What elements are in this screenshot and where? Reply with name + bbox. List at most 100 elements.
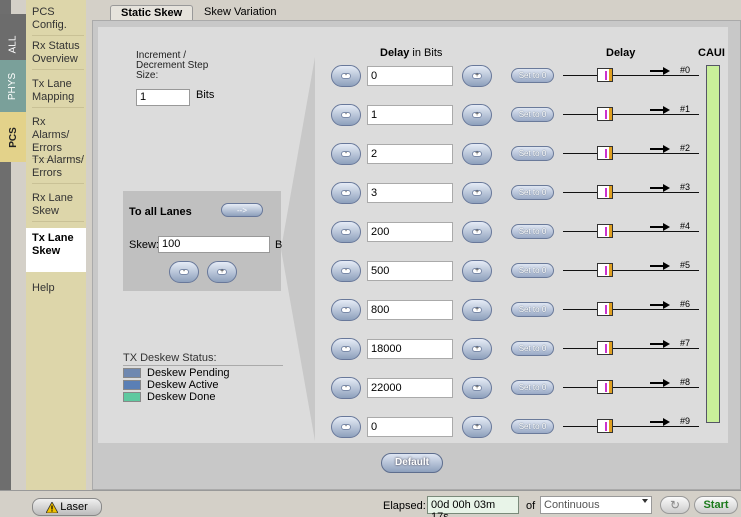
lane-increment-button[interactable]: + xyxy=(462,104,492,126)
plus-icon: + xyxy=(472,306,482,313)
lane-delay-input[interactable]: 2 xyxy=(367,144,453,164)
wire xyxy=(643,192,699,193)
delay-element-icon xyxy=(597,185,613,199)
delay-element-icon xyxy=(597,146,613,160)
wire xyxy=(613,75,643,76)
lane-decrement-button[interactable]: - xyxy=(331,182,361,204)
lane-increment-button[interactable]: + xyxy=(462,416,492,438)
lane-delay-input[interactable]: 3 xyxy=(367,183,453,203)
set-to-zero-button[interactable]: Set to 0 xyxy=(511,380,554,395)
plus-icon: + xyxy=(472,345,482,352)
minus-icon: - xyxy=(179,268,189,275)
lane-delay-input[interactable]: 22000 xyxy=(367,378,453,398)
wire xyxy=(613,153,643,154)
delay-header: Delay in Bits xyxy=(380,47,442,59)
delay-element-icon xyxy=(597,68,613,82)
wire xyxy=(613,426,643,427)
default-button[interactable]: Default xyxy=(381,453,443,473)
lane-decrement-button[interactable]: - xyxy=(331,416,361,438)
skew-input[interactable]: 100 xyxy=(158,236,270,253)
refresh-button[interactable]: ↻ xyxy=(660,496,690,514)
nav-item-tx-alarms[interactable]: Tx Alarms/ Errors xyxy=(32,154,84,184)
tab-static-skew[interactable]: Static Skew xyxy=(110,5,194,21)
lane-increment-button[interactable]: + xyxy=(462,221,492,243)
nav-item-help[interactable]: Help xyxy=(32,282,84,298)
set-to-zero-button[interactable]: Set to 0 xyxy=(511,224,554,239)
lane-row: - 1 + Set to 0 #1 xyxy=(331,102,731,128)
lane-increment-button[interactable]: + xyxy=(462,260,492,282)
lane-decrement-button[interactable]: - xyxy=(331,104,361,126)
of-label: of xyxy=(526,500,536,512)
lane-increment-button[interactable]: + xyxy=(462,182,492,204)
start-button[interactable]: Start xyxy=(694,496,738,514)
lane-increment-button[interactable]: + xyxy=(462,65,492,87)
set-to-zero-button[interactable]: Set to 0 xyxy=(511,146,554,161)
plus-icon: + xyxy=(472,384,482,391)
lane-increment-button[interactable]: + xyxy=(462,143,492,165)
lane-delay-input[interactable]: 0 xyxy=(367,417,453,437)
minus-icon: - xyxy=(341,72,351,79)
run-mode-select[interactable]: Continuous xyxy=(540,496,652,514)
wire xyxy=(613,270,643,271)
set-to-zero-button[interactable]: Set to 0 xyxy=(511,107,554,122)
laser-button[interactable]: Laser xyxy=(32,498,102,516)
lane-increment-button[interactable]: + xyxy=(462,299,492,321)
delay-element-icon xyxy=(597,263,613,277)
lane-decrement-button[interactable]: - xyxy=(331,299,361,321)
wire xyxy=(563,348,597,349)
nav-item-rx-lane-skew[interactable]: Rx Lane Skew xyxy=(32,192,84,222)
skew-decrement-button[interactable]: - xyxy=(169,261,199,283)
tab-bar: Static Skew Skew Variation xyxy=(92,0,741,21)
set-to-zero-button[interactable]: Set to 0 xyxy=(511,341,554,356)
arrow-right-icon xyxy=(650,262,670,270)
plus-icon: + xyxy=(472,111,482,118)
lane-delay-input[interactable]: 0 xyxy=(367,66,453,86)
lane-number: #2 xyxy=(680,143,691,153)
set-to-zero-button[interactable]: Set to 0 xyxy=(511,68,554,83)
step-size-input[interactable]: 1 xyxy=(136,89,190,106)
minus-icon: - xyxy=(341,228,351,235)
minus-icon: - xyxy=(341,345,351,352)
lane-decrement-button[interactable]: - xyxy=(331,377,361,399)
nav-item-rx-alarms[interactable]: Rx Alarms/ Errors xyxy=(32,116,84,159)
tab-skew-variation[interactable]: Skew Variation xyxy=(194,5,287,21)
lane-decrement-button[interactable]: - xyxy=(331,221,361,243)
wire xyxy=(643,426,699,427)
set-to-zero-button[interactable]: Set to 0 xyxy=(511,302,554,317)
legend-item: Deskew Active xyxy=(123,379,283,391)
lane-decrement-button[interactable]: - xyxy=(331,65,361,87)
chevron-down-icon xyxy=(642,499,648,503)
nav-item-tx-lane-mapping[interactable]: Tx Lane Mapping xyxy=(32,78,84,108)
lane-number: #8 xyxy=(680,377,691,387)
lane-number: #4 xyxy=(680,221,691,231)
refresh-icon: ↻ xyxy=(669,498,681,512)
arrow-right-icon xyxy=(650,67,670,75)
legend-swatch xyxy=(123,380,141,390)
lane-delay-input[interactable]: 500 xyxy=(367,261,453,281)
skew-increment-button[interactable]: + xyxy=(207,261,237,283)
delay-element-icon xyxy=(597,224,613,238)
arrow-right-icon xyxy=(650,418,670,426)
nav-item-rx-status[interactable]: Rx Status Overview xyxy=(32,40,84,70)
lane-decrement-button[interactable]: - xyxy=(331,338,361,360)
set-to-zero-button[interactable]: Set to 0 xyxy=(511,419,554,434)
apply-all-lanes-button[interactable]: --> xyxy=(221,203,263,217)
lane-decrement-button[interactable]: - xyxy=(331,143,361,165)
set-to-zero-button[interactable]: Set to 0 xyxy=(511,263,554,278)
set-to-zero-button[interactable]: Set to 0 xyxy=(511,185,554,200)
lane-increment-button[interactable]: + xyxy=(462,338,492,360)
arrow-right-icon xyxy=(650,379,670,387)
lane-number: #0 xyxy=(680,65,691,75)
lane-decrement-button[interactable]: - xyxy=(331,260,361,282)
lane-increment-button[interactable]: + xyxy=(462,377,492,399)
tab-phys[interactable]: PHYS xyxy=(0,60,26,112)
lane-delay-input[interactable]: 1 xyxy=(367,105,453,125)
nav-item-tx-lane-skew[interactable]: Tx Lane Skew xyxy=(26,228,86,272)
run-mode-value: Continuous xyxy=(544,499,600,511)
nav-item-pcs-config[interactable]: PCS Config. xyxy=(32,6,84,36)
caui-bar xyxy=(706,65,720,423)
lane-delay-input[interactable]: 200 xyxy=(367,222,453,242)
tab-pcs[interactable]: PCS xyxy=(0,112,26,162)
lane-delay-input[interactable]: 18000 xyxy=(367,339,453,359)
lane-delay-input[interactable]: 800 xyxy=(367,300,453,320)
